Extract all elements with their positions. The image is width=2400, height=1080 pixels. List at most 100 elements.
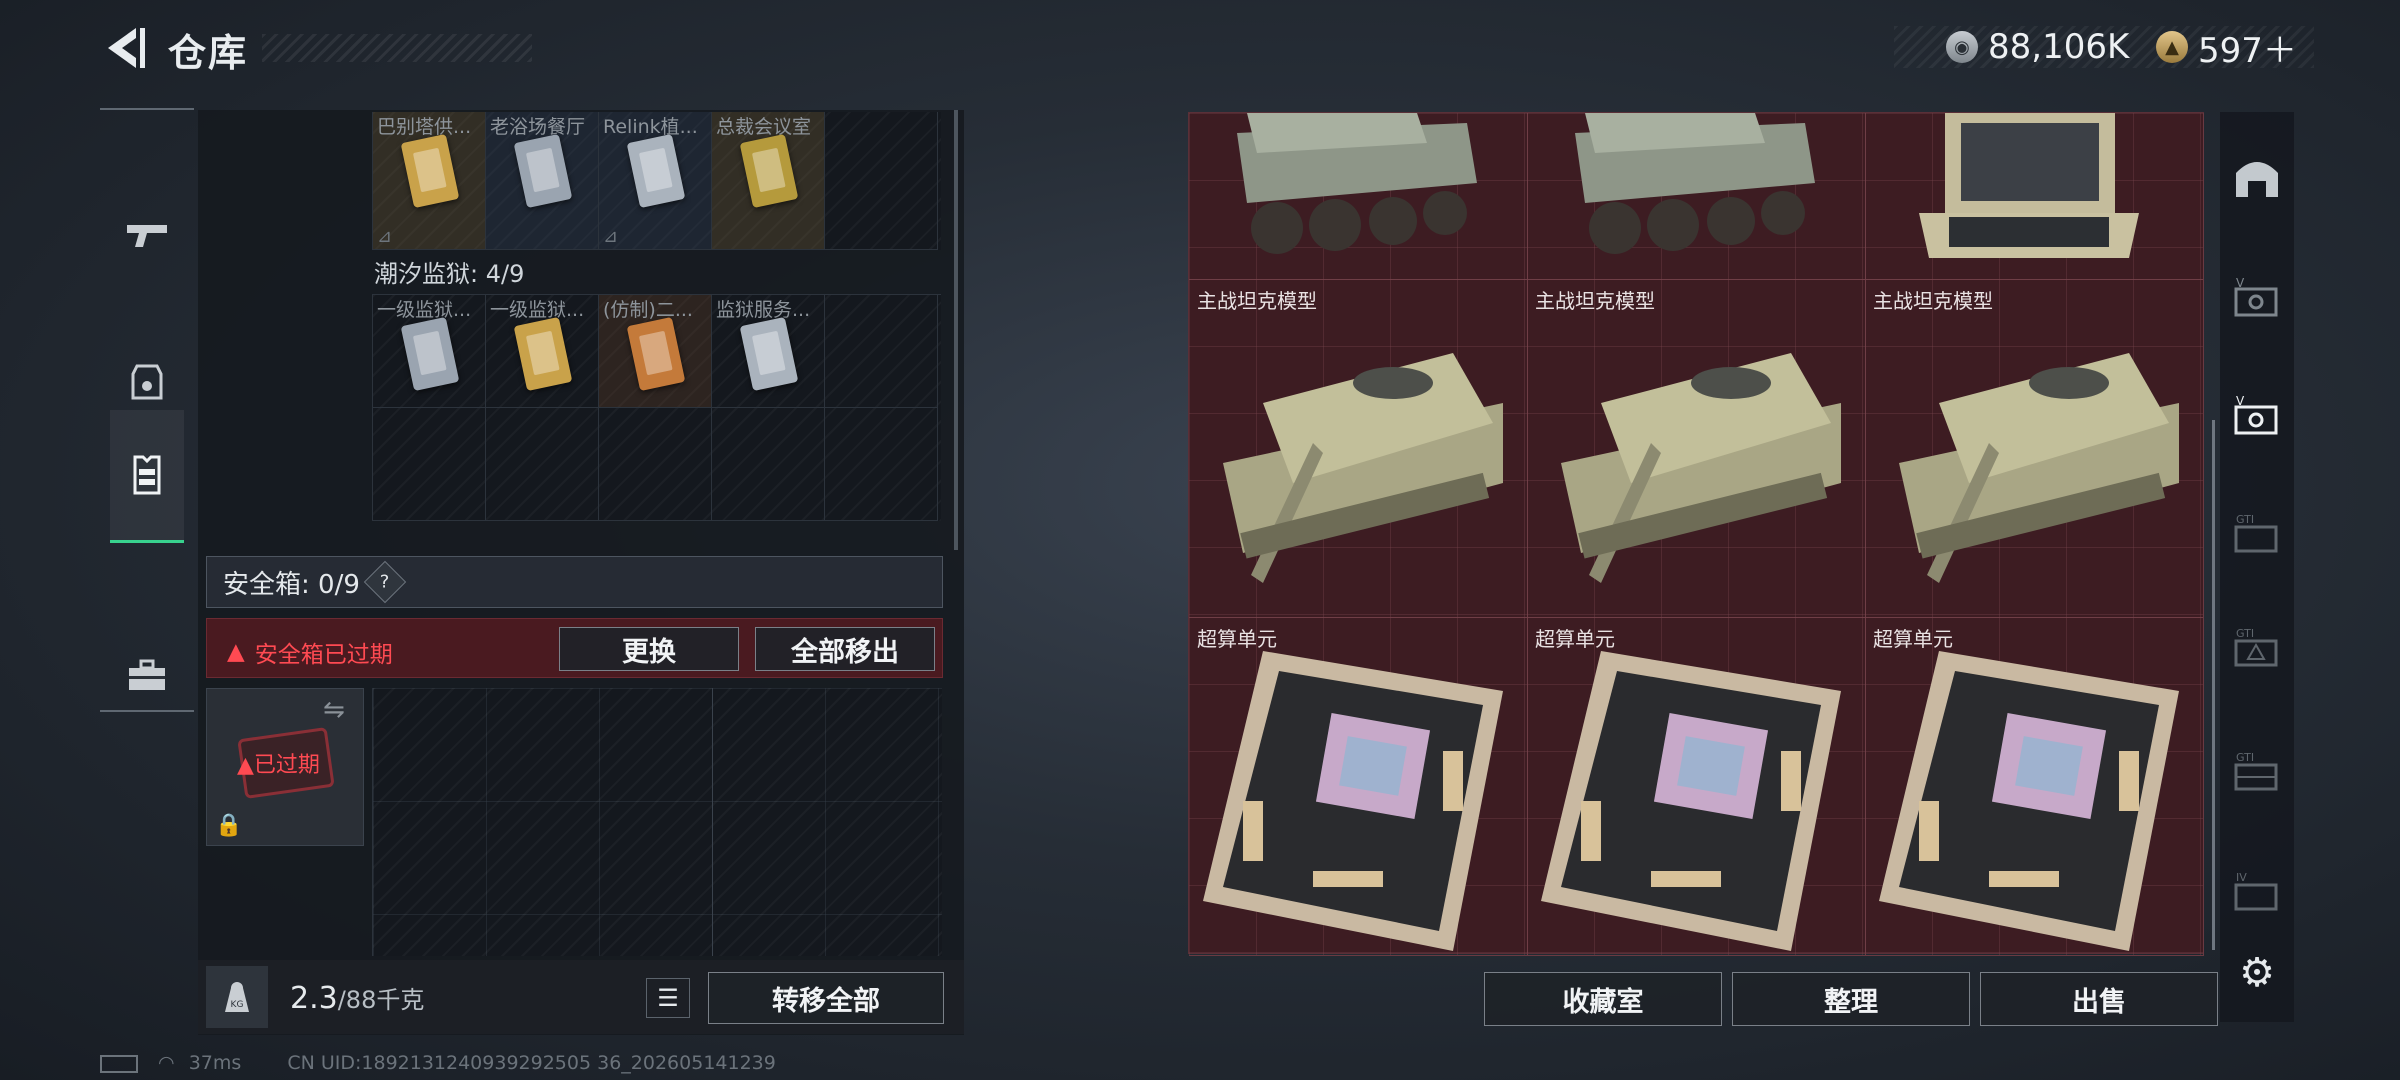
wifi-icon: ◠ xyxy=(158,1052,175,1074)
container-grid-prison: 一级监狱... 一级监狱... (仿制)二... 监狱服务... xyxy=(372,294,941,521)
safe-box-inner xyxy=(373,688,713,956)
lock-icon: 🔒 xyxy=(215,813,243,838)
transfer-all-button[interactable]: 转移全部 xyxy=(708,972,944,1024)
storage-gti-triangle-icon: GTI xyxy=(2234,627,2278,667)
organize-button[interactable]: 整理 xyxy=(1732,972,1970,1026)
laptop-case-icon xyxy=(1919,113,2139,258)
back-button[interactable] xyxy=(100,22,148,74)
sell-button[interactable]: 出售 xyxy=(1980,972,2218,1026)
vest-icon xyxy=(133,455,161,495)
inventory-slot[interactable]: 总裁会议室 xyxy=(712,112,825,250)
left-scrollbar[interactable] xyxy=(954,110,958,550)
item-label: 超算单元 xyxy=(1535,627,1615,651)
help-icon[interactable]: ? xyxy=(363,560,407,604)
storage-iv-icon: IV xyxy=(2234,871,2278,911)
page-title: 仓库 xyxy=(168,31,249,75)
tab-storage-v-active[interactable]: V xyxy=(2232,390,2282,440)
inventory-slot[interactable]: 一级监狱... xyxy=(486,295,599,408)
safe-box-slot[interactable]: ▲已过期 ⇋ 🔒 xyxy=(206,688,364,846)
stash-slot[interactable]: 主战坦克模型 xyxy=(1189,279,1528,618)
tab-storage-gti-3[interactable]: GTI xyxy=(2232,746,2282,796)
inventory-slot[interactable]: 一级监狱... xyxy=(373,295,486,408)
tab-storage-gti-2[interactable]: GTI xyxy=(2232,622,2282,672)
settings-gear-icon[interactable]: ⚙ xyxy=(2234,950,2280,996)
uid-text: CN UID:1892131240939292505 36_2026051412… xyxy=(287,1052,776,1074)
battery-icon xyxy=(100,1054,138,1073)
home-arch-icon xyxy=(2236,162,2278,197)
keycard-item xyxy=(513,316,573,392)
stash-scrollbar[interactable] xyxy=(2212,420,2215,950)
item-label: Relink植... xyxy=(603,116,698,138)
nav-weapons[interactable] xyxy=(110,170,184,300)
stash-slot[interactable]: 主战坦克模型 xyxy=(1527,279,1866,618)
svg-text:V: V xyxy=(2236,394,2245,408)
tab-storage-v[interactable]: V xyxy=(2232,272,2282,322)
armored-vehicle-model-icon xyxy=(1575,113,1815,254)
safe-box-grid xyxy=(372,688,942,956)
empty-slot[interactable] xyxy=(825,408,938,521)
stash-tabs: V V GTI GTI GTI IV xyxy=(2220,112,2294,1022)
stash-slot[interactable]: 超算单元 xyxy=(1189,617,1528,956)
item-label: 老浴场餐厅 xyxy=(490,116,586,138)
locked-corner-icon: ⊿ xyxy=(377,226,393,247)
inventory-slot[interactable]: 老浴场餐厅 xyxy=(486,112,599,250)
item-label: 巴别塔供... xyxy=(377,116,472,138)
stash-slot[interactable]: 主战坦克模型 xyxy=(1865,279,2204,618)
empty-slot[interactable] xyxy=(599,408,712,521)
stash-grid: 主战坦克模型 主战坦克模型 主战坦克模型 超算单元 超算单元 超算单元 xyxy=(1188,112,2204,956)
expired-badge-text: 已过期 xyxy=(253,753,320,778)
container-grid-top: 巴别塔供... ⊿ 老浴场餐厅 Relink植... ⊿ 总裁会议室 xyxy=(372,112,941,250)
item-label: 主战坦克模型 xyxy=(1535,289,1655,313)
svg-text:V: V xyxy=(2236,276,2245,290)
item-label: 超算单元 xyxy=(1873,627,1953,651)
storage-gti-icon: GTI xyxy=(2234,513,2278,553)
remove-all-button[interactable]: 全部移出 xyxy=(755,627,935,671)
warning-icon: ▲ xyxy=(237,753,254,778)
item-label: 总裁会议室 xyxy=(716,116,812,138)
inventory-slot[interactable]: (仿制)二... xyxy=(599,295,712,408)
expired-warning-text: 安全箱已过期 xyxy=(254,642,393,668)
replace-button[interactable]: 更换 xyxy=(559,627,739,671)
tab-home[interactable] xyxy=(2232,152,2282,202)
storage-v-icon: V xyxy=(2234,276,2278,317)
empty-slot[interactable] xyxy=(486,408,599,521)
inventory-slot[interactable]: Relink植... ⊿ xyxy=(599,112,712,250)
tab-storage-iv[interactable]: IV xyxy=(2232,866,2282,916)
stash-slot[interactable]: 超算单元 xyxy=(1865,617,2204,956)
collection-room-button[interactable]: 收藏室 xyxy=(1484,972,1722,1026)
tab-storage-gti-1[interactable]: GTI xyxy=(2232,508,2282,558)
item-label: 主战坦克模型 xyxy=(1873,289,1993,313)
stash-slot[interactable] xyxy=(1189,113,1528,280)
svg-text:IV: IV xyxy=(2236,871,2247,884)
nav-tools[interactable] xyxy=(110,610,184,740)
tank-model-icon xyxy=(1223,353,1503,583)
armored-vehicle-model-icon xyxy=(1237,113,1477,254)
header-stripe xyxy=(262,34,532,62)
item-label: 一级监狱... xyxy=(490,299,585,321)
empty-slot[interactable] xyxy=(825,112,938,250)
list-view-icon[interactable]: ☰ xyxy=(646,978,690,1018)
empty-slot[interactable] xyxy=(712,408,825,521)
stash-slot[interactable] xyxy=(1527,113,1866,280)
swap-icon[interactable]: ⇋ xyxy=(323,695,345,725)
backpack-icon xyxy=(131,364,163,400)
supercomputer-unit-icon xyxy=(1541,651,1841,951)
storage-v-active-icon: V xyxy=(2234,394,2278,435)
expired-warning-bar: ▲ 安全箱已过期 更换 全部移出 xyxy=(206,618,943,678)
item-label: (仿制)二... xyxy=(603,299,693,321)
inventory-slot[interactable]: 巴别塔供... ⊿ xyxy=(373,112,486,250)
help-glyph: ? xyxy=(380,571,390,593)
stash-slot[interactable] xyxy=(1865,113,2204,280)
inventory-slot[interactable]: 监狱服务... xyxy=(712,295,825,408)
empty-slot[interactable] xyxy=(825,295,938,408)
safe-box-capacity: 安全箱: 0/9 xyxy=(223,569,360,600)
supercomputer-unit-icon xyxy=(1879,651,2179,951)
nav-vest[interactable] xyxy=(110,410,184,543)
svg-text:GTI: GTI xyxy=(2236,627,2254,640)
status-bar: ◠ 37ms CN UID:1892131240939292505 36_202… xyxy=(100,1052,776,1074)
token-icon: ▲ xyxy=(2156,31,2188,63)
locked-corner-icon: ⊿ xyxy=(603,226,619,247)
section-title: 潮汐监狱: 4/9 xyxy=(374,260,525,288)
stash-slot[interactable]: 超算单元 xyxy=(1527,617,1866,956)
empty-slot[interactable] xyxy=(373,408,486,521)
